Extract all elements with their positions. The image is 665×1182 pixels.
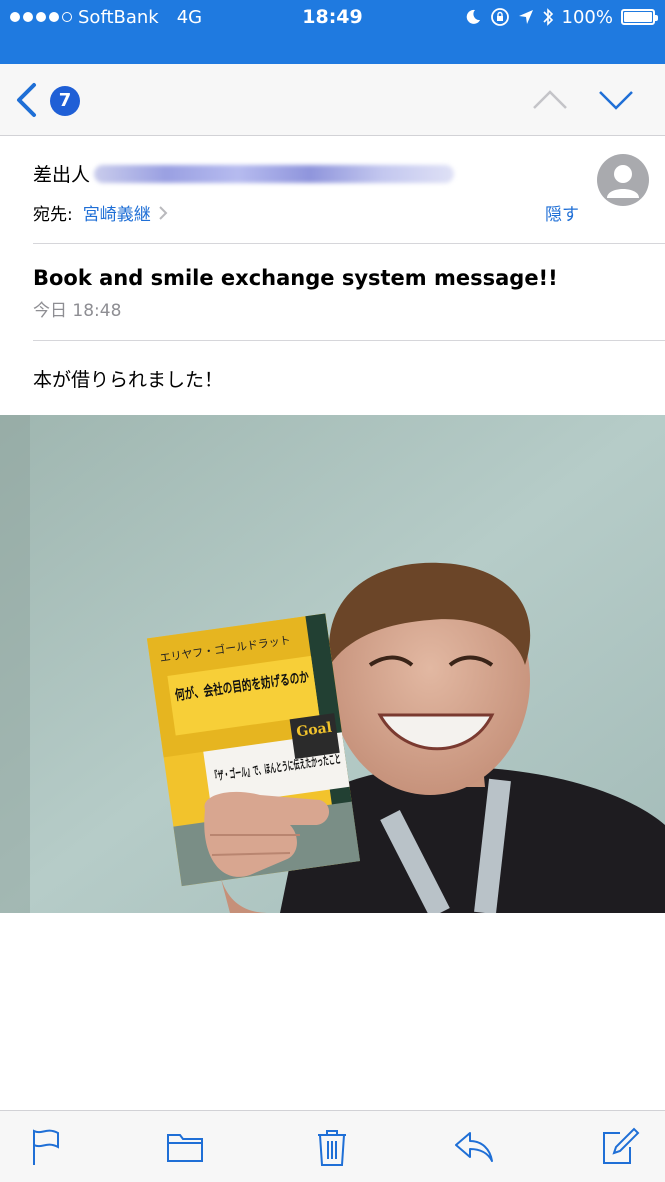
status-right: 100%	[464, 4, 658, 30]
unread-count-badge: 7	[50, 86, 80, 116]
chevron-down-icon	[599, 91, 633, 110]
reply-button[interactable]	[452, 1125, 496, 1169]
compose-button[interactable]	[598, 1125, 642, 1169]
message-date: 今日 18:48	[33, 301, 122, 321]
move-to-folder-button[interactable]	[164, 1125, 208, 1169]
next-message-button[interactable]	[596, 82, 636, 118]
delete-button[interactable]	[310, 1125, 354, 1169]
location-icon	[518, 10, 533, 24]
sender-address-redacted	[94, 164, 455, 183]
to-label: 宛先:	[33, 205, 73, 225]
message-subject: Book and smile exchange system message!!	[33, 266, 558, 290]
trash-icon	[318, 1130, 346, 1166]
rotation-lock-icon	[490, 8, 509, 26]
battery-percent: 100%	[561, 6, 613, 28]
message-body: 本が借りられました！	[33, 369, 224, 391]
divider	[33, 340, 665, 341]
person-icon	[607, 165, 639, 198]
nav-bar: 7	[0, 64, 665, 136]
previous-message-button[interactable]	[530, 82, 570, 118]
flag-icon	[33, 1129, 59, 1165]
sender-avatar[interactable]	[597, 154, 649, 206]
photo-illustration: エリヤフ・ゴールドラット 何が、会社の目的を妨げるのか 『ザ・ゴール』で、ほんと…	[0, 415, 665, 913]
battery-icon	[621, 9, 658, 25]
status-bar: SoftBank 4G 18:49 100%	[0, 0, 665, 64]
attached-photo[interactable]: エリヤフ・ゴールドラット 何が、会社の目的を妨げるのか 『ザ・ゴール』で、ほんと…	[0, 415, 665, 913]
recipient-name[interactable]: 宮崎義継	[83, 200, 151, 225]
flag-button[interactable]	[28, 1125, 72, 1169]
hide-details-link[interactable]: 隠す	[545, 200, 579, 225]
divider	[33, 243, 665, 244]
reply-icon	[455, 1132, 493, 1162]
compose-icon	[603, 1127, 640, 1164]
bluetooth-icon	[542, 8, 553, 26]
folder-icon	[167, 1134, 203, 1162]
chevron-right-icon	[159, 205, 168, 220]
from-row[interactable]: 差出人	[33, 160, 455, 187]
to-row: 宛先: 宮崎義継	[33, 200, 169, 225]
moon-icon	[466, 9, 480, 24]
bottom-toolbar	[0, 1110, 665, 1182]
chevron-left-icon	[17, 83, 36, 117]
chevron-up-icon	[533, 90, 567, 109]
back-button[interactable]: 7	[14, 78, 94, 122]
from-label: 差出人	[33, 164, 91, 186]
